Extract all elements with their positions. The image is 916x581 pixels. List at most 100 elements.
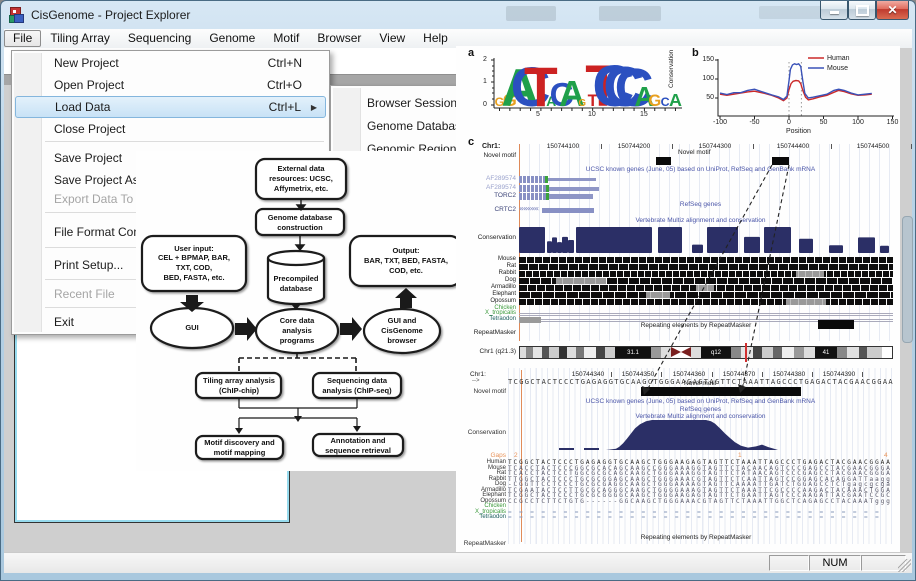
menu-item-new-project[interactable]: New ProjectCtrl+N [15,52,326,74]
submenu-item-genome-database[interactable]: Genome Database [334,115,470,137]
align-species-label: Opossum [456,298,516,304]
ideogram-band [773,347,782,358]
align-gap-patch [696,285,714,291]
novel-motif-callout: Novel motif [678,149,711,156]
maximize-button[interactable] [848,1,876,20]
menu-item-label: Close Project [54,122,125,136]
svg-text:G: G [648,91,661,110]
app-icon [9,7,25,23]
svg-text:C: C [511,56,551,118]
menu-motif[interactable]: Motif [264,30,308,47]
glass-reflection [759,6,827,19]
gene-intron-line [549,187,599,191]
align-species-label: Armadillo [456,284,516,290]
b-legend-mouse: Mouse [827,65,848,72]
b-xtick-label: 100 [849,119,867,126]
novel-motif-callout-lower: Novel motif [684,380,717,387]
menu-item-close-project[interactable]: Close Project [15,118,326,140]
menu-genome[interactable]: Genome [200,30,264,47]
align-track-bar [519,299,893,305]
menu-item-open-project[interactable]: Open Project Ctrl+O [15,74,326,96]
align-species-label: Tetraodon [456,316,516,322]
repeat-text-upper: Repeating elements by RepeatMasker [606,322,786,329]
coordinate-label: 150744380 [773,371,806,378]
ideogram-band [559,347,567,358]
ideogram-band [731,347,741,358]
menu-browser[interactable]: Browser [308,30,370,47]
menu-shortcut: Ctrl+O [267,78,302,92]
menu-sequencing[interactable]: Sequencing [119,30,200,47]
coordinate-label: 150744400 [777,143,810,150]
menu-item-label: Open Project [54,78,124,92]
node-precompiled-database: Precompiled database [270,272,322,296]
track-conservation-lower: Conservation [456,429,506,436]
ideogram-band [549,347,559,358]
menu-item-label: New Project [54,56,119,70]
ideogram-band [651,347,661,358]
a-ytick: 1 [483,78,487,85]
b-ytick-label: 100 [696,75,714,82]
coordinate-label: 150744350 [622,371,655,378]
gene-intron-line [548,178,596,181]
align-species-label: Rat [456,263,516,269]
coordinate-tick [712,372,713,377]
track-novel-motif: Novel motif [456,152,516,159]
a-ytick: 2 [483,56,487,63]
refseq-text: RefSeq genes [508,201,893,208]
b-xlabel: Position [786,128,811,135]
status-cell-num: NUM [809,555,861,571]
align-track-bar [519,264,893,270]
a-xtick: 5 [536,111,540,118]
align-gap-patch [646,292,670,298]
track-repeatmasker: RepeatMasker [456,329,516,336]
seq-species-label: Tetraodon [456,514,506,520]
gap-count: 4 [884,452,888,459]
node-gui: GUI [162,322,222,334]
align-track-bar [519,257,893,263]
scrollbar-thumb[interactable] [902,216,913,343]
chr-label-lower: Chr1: [470,371,486,378]
menu-help[interactable]: Help [414,30,457,47]
coordinate-label: 150744370 [723,371,756,378]
node-output: Output: BAR, TXT, BED, FASTA, COD, etc. [353,246,459,276]
screenshot: CisGenome - Project Explorer ✕ FileTilin… [0,0,916,581]
close-button[interactable]: ✕ [876,1,909,20]
resize-grip[interactable] [898,559,911,572]
menu-item-label: Save Project As [54,173,139,187]
ideogram-band: 31.1 [615,347,651,358]
gene-intron-line [549,194,593,199]
panel-c-label: c [468,136,474,148]
align-species-label: Rabbit [456,270,516,276]
ideogram-band [847,347,859,358]
submenu-item-browser-session[interactable]: Browser Session [334,92,470,114]
coordinate-label: 150744100 [547,143,580,150]
minimize-button[interactable] [820,1,848,20]
menu-view[interactable]: View [370,30,414,47]
ideogram-band-label: q12 [701,347,731,358]
menu-item-load-data[interactable]: Load DataCtrl+L▶ [15,96,326,118]
svg-text:C: C [661,95,670,109]
title-bar[interactable]: CisGenome - Project Explorer ✕ [1,1,915,29]
browser-gridlines-upper [519,144,893,341]
track-gaps: Gaps [456,452,506,459]
svg-text:A: A [501,60,539,118]
a-ytick: 0 [483,101,487,108]
menu-file[interactable]: File [4,30,41,47]
track-conservation: Conservation [456,234,516,241]
coordinate-tick [831,144,832,149]
svg-text:A: A [559,74,585,114]
align-species-label: Elephant [456,291,516,297]
glass-reflection [599,6,661,21]
ideogram-band [584,347,596,358]
position-marker-line [519,144,520,341]
menu-item-label: Export Data To Ci [54,192,148,206]
align-species-label: Mouse [456,256,516,262]
coordinate-tick [672,144,673,149]
coordinate-tick [601,144,602,149]
coordinate-tick [611,372,612,377]
repeat-text-lower: Repeating elements by RepeatMasker [606,534,786,541]
menu-tiling-array[interactable]: Tiling Array [41,30,119,47]
ucsc-genes-text: UCSC known genes (June, 05) based on Uni… [508,166,893,173]
node-annotation: Annotation and sequence retrieval [315,436,401,455]
coordinate-label: 150744300 [699,143,732,150]
